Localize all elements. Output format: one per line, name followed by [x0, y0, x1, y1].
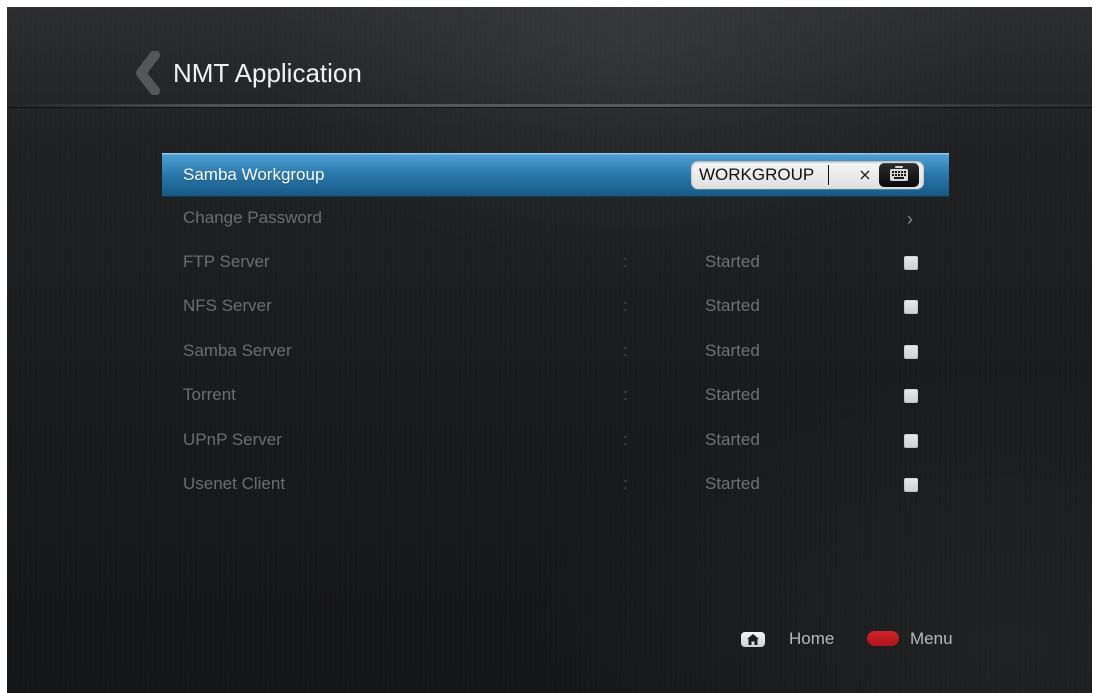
footer-hints: Home Menu: [741, 625, 961, 653]
service-checkbox[interactable]: [904, 478, 918, 492]
change-password-label: Change Password: [183, 208, 322, 227]
service-label: Samba Server: [183, 341, 292, 360]
home-icon: [741, 632, 765, 647]
home-label: Home: [789, 629, 835, 648]
service-checkbox[interactable]: [904, 256, 918, 270]
service-label: Usenet Client: [183, 474, 286, 493]
workgroup-field[interactable]: ×: [691, 161, 924, 189]
page-title: NMT Application: [173, 58, 362, 88]
service-checkbox[interactable]: [904, 345, 918, 359]
keyboard-button[interactable]: [879, 163, 919, 187]
service-separator: :: [623, 385, 628, 404]
service-row-samba-server[interactable]: Samba Server : Started: [162, 330, 949, 374]
service-separator: :: [623, 252, 628, 271]
keyboard-icon: [890, 166, 908, 181]
service-separator: :: [623, 474, 628, 493]
service-label: FTP Server: [183, 252, 270, 271]
app-screen: NMT Application Samba Workgroup ×: [7, 7, 1092, 693]
text-cursor: [828, 165, 829, 185]
home-hint[interactable]: Home: [741, 625, 851, 653]
service-checkbox[interactable]: [904, 389, 918, 403]
change-password-row[interactable]: Change Password ›: [162, 197, 949, 241]
service-separator: :: [623, 296, 628, 315]
menu-hint[interactable]: Menu: [867, 625, 953, 653]
service-separator: :: [623, 430, 628, 449]
samba-workgroup-row[interactable]: Samba Workgroup ×: [162, 153, 949, 197]
service-row-torrent[interactable]: Torrent : Started: [162, 374, 949, 418]
service-status: Started: [705, 296, 760, 315]
service-status: Started: [705, 252, 760, 271]
service-label: Torrent: [183, 385, 236, 404]
header-divider: [7, 104, 1092, 107]
service-checkbox[interactable]: [904, 434, 918, 448]
service-row-ftp-server[interactable]: FTP Server : Started: [162, 241, 949, 285]
workgroup-input[interactable]: [699, 164, 834, 186]
service-status: Started: [705, 341, 760, 360]
service-status: Started: [705, 474, 760, 493]
service-checkbox[interactable]: [904, 300, 918, 314]
service-label: UPnP Server: [183, 430, 282, 449]
settings-list: Samba Workgroup ×: [162, 153, 949, 513]
close-icon[interactable]: ×: [856, 165, 874, 185]
service-row-upnp-server[interactable]: UPnP Server : Started: [162, 419, 949, 463]
menu-label: Menu: [910, 629, 953, 648]
service-row-nfs-server[interactable]: NFS Server : Started: [162, 285, 949, 329]
red-button-icon: [867, 631, 899, 646]
service-status: Started: [705, 385, 760, 404]
chevron-right-icon[interactable]: ›: [904, 210, 916, 228]
samba-workgroup-label: Samba Workgroup: [183, 165, 325, 184]
chevron-left-icon[interactable]: [133, 50, 167, 96]
service-status: Started: [705, 430, 760, 449]
service-row-usenet-client[interactable]: Usenet Client : Started: [162, 463, 949, 507]
service-separator: :: [623, 341, 628, 360]
service-label: NFS Server: [183, 296, 272, 315]
